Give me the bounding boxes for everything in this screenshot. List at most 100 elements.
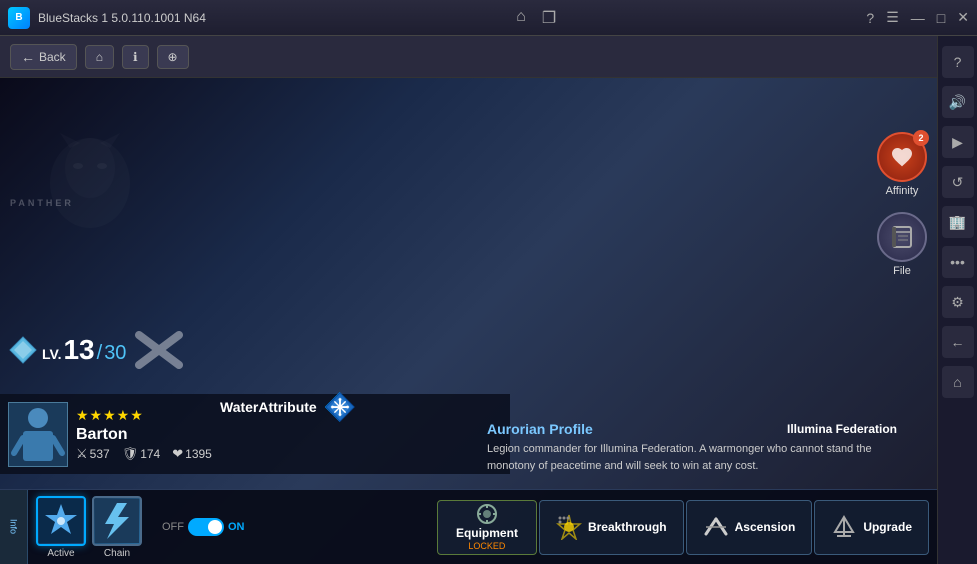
panther-emblem-svg (30, 128, 150, 248)
chain-skill-icon[interactable] (92, 496, 142, 546)
ascension-label: Ascension (735, 520, 796, 534)
sidebar-dots-icon[interactable]: ••• (942, 246, 974, 278)
level-max: 30 (104, 342, 126, 365)
attack-icon: ⚔ (76, 446, 88, 462)
navbar: ← Back ⌂ ℹ ⊕ (0, 36, 937, 78)
attribute-icon (325, 392, 355, 422)
toggle-on-label: ON (228, 521, 245, 533)
breakthrough-label: Breakthrough (588, 520, 667, 534)
info-icon: ℹ (133, 50, 138, 64)
sidebar-rotate-icon[interactable]: ↺ (942, 166, 974, 198)
menu-button[interactable]: ☰ (886, 9, 899, 26)
x-decoration (134, 330, 184, 370)
title-bar: B BlueStacks 1 5.0.110.1001 N64 ⌂ ❐ ? ☰ … (0, 0, 977, 36)
chain-skill-label: Chain (104, 548, 130, 559)
copy-nav-icon[interactable]: ❐ (542, 8, 556, 28)
back-label: Back (39, 50, 66, 64)
ascension-button[interactable]: Ascension (686, 500, 813, 555)
character-stats: ⚔ 537 🛡 174 ❤ 1395 (76, 446, 502, 462)
level-slash: / (97, 342, 103, 365)
minimize-button[interactable]: — (911, 10, 925, 26)
defense-value: 174 (140, 447, 160, 461)
skill-icons-area: Active Chain (28, 490, 150, 564)
active-skill-label: Active (47, 548, 74, 559)
profile-header: Aurorian Profile Illumina Federation (487, 421, 897, 437)
titlebar-nav-icons: ⌂ ❐ (516, 8, 556, 28)
home-button[interactable]: ⌂ (85, 45, 114, 69)
level-label: LV. (42, 346, 61, 362)
back-icon: ← (21, 49, 35, 65)
titlebar-title: BlueStacks 1 5.0.110.1001 N64 (38, 11, 206, 25)
sidebar-video-icon[interactable]: ▶ (942, 126, 974, 158)
affinity-circle-icon: 2 (877, 132, 927, 182)
zoom-icon: ⊕ (168, 50, 178, 64)
equipment-icon (476, 503, 498, 525)
equipment-label: Equipment (456, 526, 518, 540)
zoom-button[interactable]: ⊕ (157, 45, 189, 69)
profile-description: Legion commander for Illumina Federation… (487, 441, 897, 474)
attribute-badge: WaterAttribute (220, 392, 355, 422)
chain-skill-image (95, 499, 139, 543)
upgrade-button[interactable]: Upgrade (814, 500, 929, 555)
info-tab[interactable]: Info (0, 490, 28, 564)
book-icon (889, 224, 915, 250)
home-icon: ⌂ (96, 50, 103, 64)
info-button[interactable]: ℹ (122, 45, 149, 69)
attack-value: 537 (90, 447, 110, 461)
file-button[interactable]: File (867, 208, 937, 281)
character-thumbnail (8, 402, 68, 467)
titlebar-left: B BlueStacks 1 5.0.110.1001 N64 (8, 7, 206, 29)
sidebar-home-icon[interactable]: ⌂ (942, 366, 974, 398)
sidebar-back-icon[interactable]: ← (942, 326, 974, 358)
hp-stat: ❤ 1395 (172, 446, 212, 462)
attribute-text: WaterAttribute (220, 399, 317, 415)
chain-skill-wrap: Chain (92, 496, 142, 559)
close-button[interactable]: ✕ (957, 9, 969, 26)
toggle-off-label: OFF (162, 521, 184, 533)
character-card: ★★★★★ Barton ⚔ 537 🛡 174 ❤ 1395 WaterAtt… (0, 394, 510, 474)
game-area: PANTHER LV. 13 / 30 Converter (0, 78, 937, 564)
aurorian-profile: Aurorian Profile Illumina Federation Leg… (487, 421, 897, 474)
level-display: LV. 13 / 30 (42, 336, 126, 365)
info-tab-label: Info (9, 519, 19, 534)
profile-faction: Illumina Federation (787, 422, 897, 436)
ascension-icon (703, 514, 729, 540)
affinity-label: Affinity (886, 185, 919, 197)
heart-icon (890, 145, 914, 169)
back-button[interactable]: ← Back (10, 44, 77, 70)
water-attribute-icon (325, 391, 355, 423)
level-area: LV. 13 / 30 Converter (8, 330, 184, 370)
maximize-button[interactable]: □ (937, 10, 945, 26)
active-skill-image (39, 499, 83, 543)
sidebar-building-icon[interactable]: 🏢 (942, 206, 974, 238)
sidebar-sound-icon[interactable]: 🔊 (942, 86, 974, 118)
hp-value: 1395 (185, 447, 212, 461)
help-button[interactable]: ? (866, 10, 874, 26)
char-thumb-image (9, 403, 67, 466)
attack-stat: ⚔ 537 (76, 446, 110, 462)
sidebar-help-icon[interactable]: ? (942, 46, 974, 78)
character-name: Barton (76, 426, 502, 444)
toggle-area: OFF ON (150, 518, 257, 536)
equipment-locked-badge: LOCKED (468, 541, 505, 551)
bluestacks-right-sidebar: ? 🔊 ▶ ↺ 🏢 ••• ⚙ ← ⌂ (937, 36, 977, 564)
active-skill-wrap: Active (36, 496, 86, 559)
affinity-badge: 2 (913, 130, 929, 146)
level-number: 13 (63, 336, 94, 364)
action-bar: Info Active (0, 489, 937, 564)
breakthrough-icon (556, 514, 582, 540)
defense-icon: 🛡 (122, 446, 139, 462)
affinity-button[interactable]: 2 Affinity (867, 128, 937, 201)
toggle-switch[interactable] (188, 518, 224, 536)
hp-icon: ❤ (172, 446, 183, 462)
bluestacks-logo: B (8, 7, 30, 29)
breakthrough-button[interactable]: Breakthrough (539, 500, 684, 555)
titlebar-window-controls: ? ☰ — □ ✕ (866, 9, 969, 26)
equipment-button[interactable]: Equipment LOCKED (437, 500, 537, 555)
home-nav-icon[interactable]: ⌂ (516, 8, 526, 28)
defense-stat: 🛡 174 (122, 446, 161, 462)
file-label: File (893, 265, 911, 277)
active-skill-icon[interactable] (36, 496, 86, 546)
level-diamond-icon (8, 335, 38, 365)
sidebar-settings-icon[interactable]: ⚙ (942, 286, 974, 318)
